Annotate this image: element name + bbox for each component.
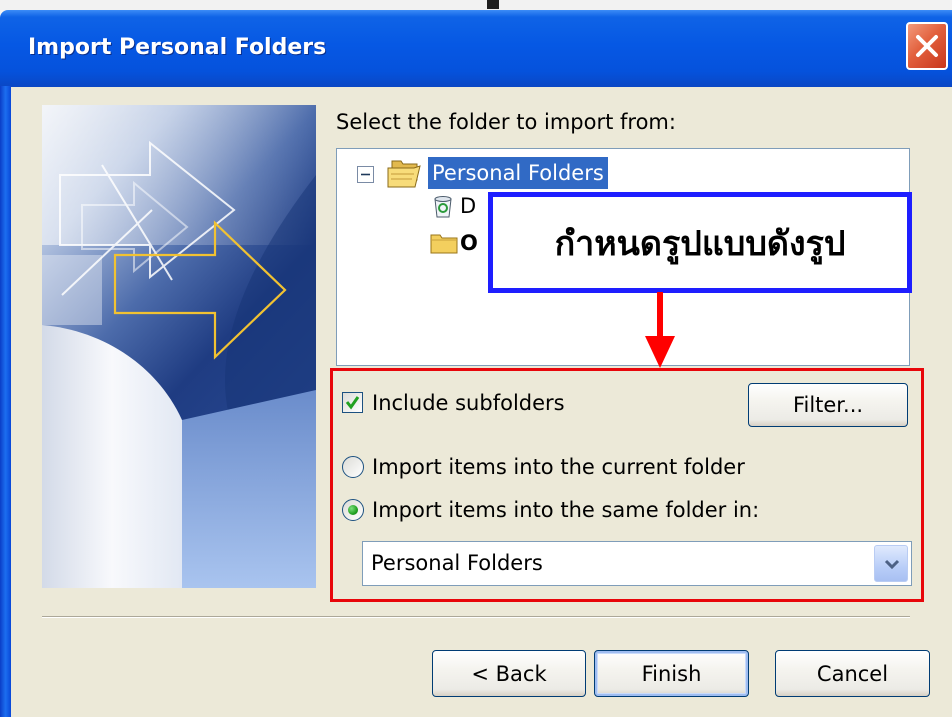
tree-item-deleted[interactable]: D (456, 190, 480, 222)
desktop-background (0, 0, 952, 10)
import-current-folder-radio[interactable] (342, 456, 364, 478)
include-subfolders-label[interactable]: Include subfolders (372, 390, 565, 416)
target-folder-select[interactable]: Personal Folders (362, 541, 912, 586)
import-prompt-label: Select the folder to import from: (336, 110, 676, 134)
target-folder-value: Personal Folders (371, 551, 543, 575)
close-button[interactable] (906, 22, 948, 70)
divider-highlight (42, 617, 910, 618)
personal-folders-icon (386, 157, 422, 189)
annotation-text: กำหนดรูปแบบดังรูป (554, 223, 846, 264)
deleted-items-icon (432, 194, 454, 218)
tree-item-personal-folders[interactable]: Personal Folders (428, 157, 608, 189)
include-subfolders-checkbox[interactable] (342, 392, 363, 413)
cancel-button[interactable]: Cancel (775, 650, 930, 697)
chevron-down-icon (884, 559, 900, 570)
finish-button[interactable]: Finish (594, 650, 749, 697)
arrows-graphic (42, 105, 316, 588)
wizard-banner-graphic (42, 105, 316, 588)
radio-dot (348, 505, 358, 515)
background-artifact (487, 0, 499, 9)
import-current-folder-label[interactable]: Import items into the current folder (372, 454, 745, 480)
dropdown-button[interactable] (874, 545, 908, 582)
annotation-callout: กำหนดรูปแบบดังรูป (488, 192, 912, 293)
window-title: Import Personal Folders (28, 35, 327, 60)
check-icon (345, 396, 360, 410)
back-button[interactable]: < Back (432, 650, 586, 697)
folder-icon (430, 232, 458, 254)
import-same-folder-radio[interactable] (342, 499, 364, 521)
window-frame-left (0, 86, 11, 717)
import-same-folder-label[interactable]: Import items into the same folder in: (372, 497, 759, 523)
tree-item-folder[interactable]: O (456, 227, 482, 259)
collapse-minus-icon[interactable] (357, 166, 374, 183)
title-bar[interactable]: Import Personal Folders (0, 10, 952, 87)
annotation-arrow (645, 292, 675, 368)
filter-button[interactable]: Filter... (748, 383, 908, 427)
close-icon (916, 35, 938, 57)
